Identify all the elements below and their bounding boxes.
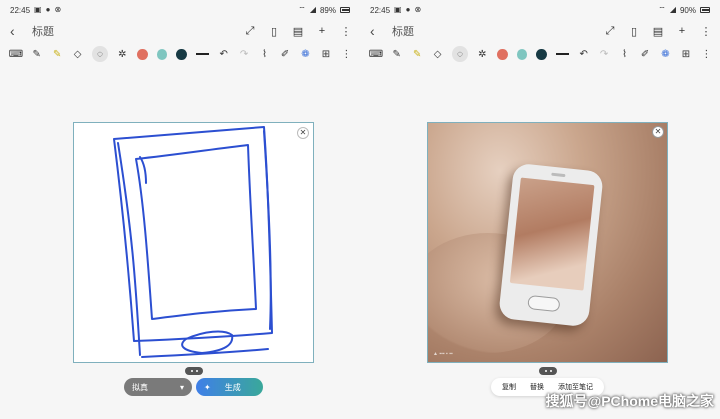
close-image-icon[interactable]: ✕ [652,126,664,138]
color-teal[interactable] [156,48,168,60]
shape-icon[interactable]: ⌇ [619,48,630,60]
text-icon[interactable]: ⊞ [320,48,331,60]
more-icon[interactable]: ⋮ [340,25,352,38]
eraser-icon[interactable]: ◇ [432,48,443,60]
more-tools-icon[interactable]: ⋮ [341,48,352,60]
color-coral[interactable] [497,48,508,60]
magic-icon[interactable]: ✲ [477,48,488,60]
ai-icon[interactable]: ❁ [300,48,311,60]
pen-icon[interactable]: ✎ [31,48,42,60]
undo-icon[interactable]: ↶ [578,48,589,60]
eraser-icon[interactable]: ◇ [72,48,83,60]
shape-icon[interactable]: ⌇ [259,48,270,60]
generate-button[interactable]: ✦ 生成 [196,378,263,396]
color-coral[interactable] [137,48,148,60]
keyboard-icon[interactable]: ⌨ [9,48,23,60]
line-width-icon[interactable] [555,53,569,55]
lasso-icon[interactable]: ◌ [452,46,468,62]
magic-icon[interactable]: ✲ [117,48,128,60]
pen-icon[interactable]: ✎ [391,48,402,60]
page-icon[interactable]: ▤ [292,25,304,38]
drag-handle[interactable] [185,367,203,375]
caret-down-icon: ▾ [179,382,184,392]
drag-handle[interactable] [539,367,557,375]
color-teal[interactable] [516,48,528,60]
settings-icon: ⊗ [414,5,422,14]
phone-sketch [113,126,273,358]
generated-photo: ▲ ▪▪▪ ▪ ▪▪ [428,123,667,362]
sketch-canvas[interactable]: ✕ [73,122,314,363]
ai-tag: ▲ ▪▪▪ ▪ ▪▪ [433,351,453,357]
signal-icon: ◢ [309,5,316,14]
battery-icon [700,7,710,13]
gallery-icon: ▣ [34,5,42,14]
replace-button[interactable]: 替换 [530,382,544,392]
location-icon: ● [405,5,411,14]
highlighter-icon[interactable]: ✎ [411,48,422,60]
text-icon[interactable]: ⊞ [680,48,691,60]
redo-icon[interactable]: ↷ [238,48,249,60]
settings-icon: ⊗ [54,5,62,14]
back-icon[interactable]: ‹ [370,23,386,39]
signal-icon: ◢ [669,5,676,14]
expand-icon[interactable]: ⤢ [604,25,616,38]
style-select[interactable]: 拟真 ▾ [124,378,192,396]
lasso-icon[interactable]: ◌ [92,46,108,62]
close-canvas-icon[interactable]: ✕ [297,127,309,139]
phone-render [498,162,604,328]
wifi-icon: ⌔ [298,5,306,14]
add-icon[interactable]: + [676,25,688,37]
battery-percent: 90% [679,5,696,15]
generate-label: 生成 [224,382,241,392]
brush-icon[interactable]: ✐ [639,48,650,60]
keyboard-icon[interactable]: ⌨ [369,48,383,60]
back-icon[interactable]: ‹ [10,23,26,39]
page-icon[interactable]: ▤ [652,25,664,38]
status-time: 22:45 [370,5,391,15]
brush-icon[interactable]: ✐ [279,48,290,60]
location-icon: ● [45,5,51,14]
color-dark[interactable] [536,48,547,60]
sparkle-icon: ✦ [204,382,211,392]
more-tools-icon[interactable]: ⋮ [701,48,712,60]
expand-icon[interactable]: ⤢ [244,25,256,38]
battery-icon [340,7,350,13]
color-dark[interactable] [176,48,187,60]
undo-icon[interactable]: ↶ [218,48,229,60]
battery-percent: 89% [319,5,336,15]
wifi-icon: ⌔ [658,5,666,14]
right-pane: 22:45 ▣ ● ⊗ ⌔ ◢ 90% ‹ 标题 ⤢ ▯ ▤ + ⋮ ⌨ ✎ ✎… [360,0,720,419]
add-icon[interactable]: + [316,25,328,37]
drawing-toolbar: ⌨ ✎ ✎ ◇ ◌ ✲ ↶ ↷ ⌇ ✐ ❁ ⊞ ⋮ [9,45,352,63]
book-icon[interactable]: ▯ [628,25,640,38]
line-width-icon[interactable] [195,53,209,55]
note-title[interactable]: 标题 [392,23,604,39]
ai-icon[interactable]: ❁ [660,48,671,60]
source-watermark: 搜狐号@PChome电脑之家 [545,393,714,409]
note-title[interactable]: 标题 [32,23,244,39]
status-time: 22:45 [10,5,31,15]
copy-button[interactable]: 复制 [502,382,516,392]
generated-image[interactable]: ▲ ▪▪▪ ▪ ▪▪ ✕ [427,122,668,363]
highlighter-icon[interactable]: ✎ [51,48,62,60]
book-icon[interactable]: ▯ [268,25,280,38]
style-value: 拟真 [132,382,148,392]
left-pane: 22:45 ▣ ● ⊗ ⌔ ◢ 89% ‹ 标题 ⤢ ▯ ▤ + ⋮ ⌨ ✎ ✎… [0,0,360,419]
title-bar: ‹ 标题 ⤢ ▯ ▤ + ⋮ [10,22,352,40]
drawing-toolbar: ⌨ ✎ ✎ ◇ ◌ ✲ ↶ ↷ ⌇ ✐ ❁ ⊞ ⋮ [369,45,712,63]
status-bar: 22:45 ▣ ● ⊗ ⌔ ◢ 89% [10,4,350,16]
title-bar: ‹ 标题 ⤢ ▯ ▤ + ⋮ [370,22,712,40]
redo-icon[interactable]: ↷ [598,48,609,60]
more-icon[interactable]: ⋮ [700,25,712,38]
status-bar: 22:45 ▣ ● ⊗ ⌔ ◢ 90% [370,4,710,16]
gallery-icon: ▣ [394,5,402,14]
